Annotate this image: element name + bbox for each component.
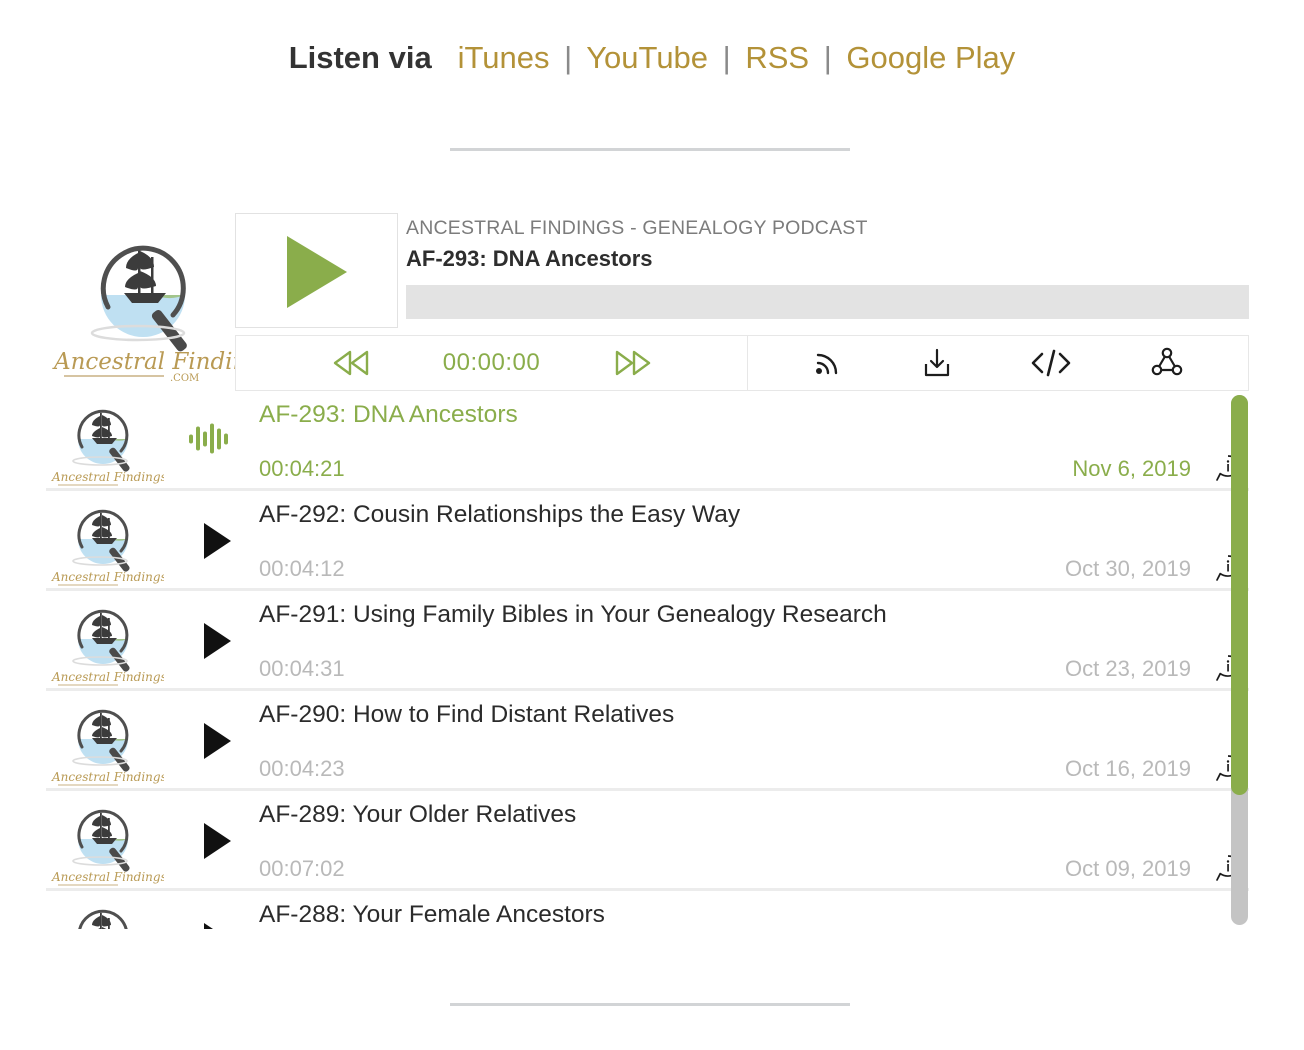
ancestral-findings-logo-icon: Ancestral Findings .COM <box>52 245 235 384</box>
player-header: Ancestral Findings .COM ANCESTRAL FINDIN… <box>46 211 1249 391</box>
listen-separator-1: | <box>564 40 573 75</box>
episode-title[interactable]: AF-291: Using Family Bibles in Your Gene… <box>259 598 887 632</box>
time-readout: 00:00:00 <box>442 349 541 376</box>
playlist-scrollbar-track[interactable] <box>1231 395 1248 925</box>
episode-date: Oct 16, 2019 <box>1065 756 1191 781</box>
episode-thumbnail: Ancestral Findings <box>46 791 164 891</box>
svg-text:Ancestral Findings: Ancestral Findings <box>51 870 164 884</box>
embed-code-button[interactable] <box>1028 346 1074 380</box>
ancestral-findings-logo-icon: Ancestral Findings <box>51 509 164 586</box>
episode-date: Oct 30, 2019 <box>1065 556 1191 581</box>
episode-play-button[interactable] <box>204 623 231 659</box>
listen-via-bar: Listen via iTunes | YouTube | RSS | Goog… <box>0 36 1304 80</box>
episode-duration: 00:04:12 <box>259 556 345 581</box>
podcast-cover-art: Ancestral Findings .COM <box>46 211 235 391</box>
now-playing-title: AF-293: DNA Ancestors <box>406 246 653 271</box>
listen-link-itunes[interactable]: iTunes <box>458 40 550 75</box>
fast-forward-icon <box>615 350 650 376</box>
ancestral-findings-logo-icon: Ancestral Findings <box>51 709 164 786</box>
download-icon <box>924 348 949 377</box>
episode-thumbnail <box>46 891 164 929</box>
player-tools <box>748 336 1248 390</box>
episode-duration: 00:04:21 <box>259 456 345 481</box>
rewind-icon <box>333 350 368 376</box>
listen-link-google-play[interactable]: Google Play <box>846 40 1015 75</box>
podcast-player-page: Listen via iTunes | YouTube | RSS | Goog… <box>0 0 1304 1050</box>
episode-title[interactable]: AF-288: Your Female Ancestors <box>259 898 605 929</box>
ancestral-findings-logo-icon: Ancestral Findings <box>51 409 164 486</box>
playlist-scrollbar-thumb[interactable] <box>1231 395 1248 795</box>
player-controls: 00:00:00 <box>235 335 1249 391</box>
table-row[interactable]: Ancestral Findings AF-291: Using Family … <box>46 591 1249 691</box>
episode-title[interactable]: AF-289: Your Older Relatives <box>259 798 576 832</box>
listen-link-rss[interactable]: RSS <box>745 40 809 75</box>
share-icon <box>1151 347 1183 376</box>
logo-wordmark-domain: .COM <box>170 373 199 384</box>
listen-separator-3: | <box>823 40 832 75</box>
episode-thumbnail: Ancestral Findings <box>46 591 164 691</box>
episode-date: Nov 6, 2019 <box>1072 456 1191 481</box>
episode-duration: 00:04:31 <box>259 656 345 681</box>
show-name: ANCESTRAL FINDINGS - GENEALOGY PODCAST <box>406 217 868 239</box>
logo-wordmark: Ancestral Findings <box>52 349 235 375</box>
table-row[interactable]: Ancestral Findings AF-293: DNA Ancestors… <box>46 391 1249 491</box>
episode-thumbnail: Ancestral Findings <box>46 391 164 491</box>
embed-code-icon <box>1031 349 1071 377</box>
table-row[interactable]: Ancestral Findings AF-290: How to Find D… <box>46 691 1249 791</box>
episode-play-button[interactable] <box>204 523 231 559</box>
table-row[interactable]: Ancestral Findings AF-292: Cousin Relati… <box>46 491 1249 591</box>
now-playing-waveform-icon[interactable] <box>187 420 233 463</box>
listen-separator-2: | <box>722 40 731 75</box>
transport-controls: 00:00:00 <box>236 336 748 390</box>
table-row[interactable]: Ancestral Findings AF-289: Your Older Re… <box>46 791 1249 891</box>
episode-date: Oct 23, 2019 <box>1065 656 1191 681</box>
svg-text:Ancestral Findings: Ancestral Findings <box>51 670 164 684</box>
divider-top <box>450 148 850 151</box>
episode-play-button[interactable] <box>204 923 231 929</box>
episode-duration: 00:07:02 <box>259 856 345 881</box>
episode-title[interactable]: AF-293: DNA Ancestors <box>259 398 518 432</box>
svg-text:Ancestral Findings: Ancestral Findings <box>51 570 164 584</box>
audio-player: Ancestral Findings .COM ANCESTRAL FINDIN… <box>46 211 1249 391</box>
episode-play-button[interactable] <box>204 823 231 859</box>
fast-forward-button[interactable] <box>614 349 652 377</box>
episode-duration: 00:04:23 <box>259 756 345 781</box>
episode-title[interactable]: AF-292: Cousin Relationships the Easy Wa… <box>259 498 740 532</box>
svg-text:Ancestral Findings: Ancestral Findings <box>51 470 164 484</box>
progress-bar[interactable] <box>406 285 1249 319</box>
svg-text:Ancestral Findings: Ancestral Findings <box>51 770 164 784</box>
subscribe-rss-button[interactable] <box>811 346 845 380</box>
ancestral-findings-logo-icon: Ancestral Findings <box>51 609 164 686</box>
listen-via-label: Listen via <box>288 40 432 75</box>
episode-thumbnail: Ancestral Findings <box>46 691 164 791</box>
ancestral-findings-logo-icon: Ancestral Findings <box>51 809 164 886</box>
episode-date: Oct 09, 2019 <box>1065 856 1191 881</box>
now-playing-meta: ANCESTRAL FINDINGS - GENEALOGY PODCAST A… <box>406 215 1249 319</box>
listen-link-youtube[interactable]: YouTube <box>586 40 708 75</box>
rewind-button[interactable] <box>332 349 370 377</box>
main-play-button[interactable] <box>235 213 398 328</box>
episode-playlist[interactable]: Ancestral Findings AF-293: DNA Ancestors… <box>46 391 1249 929</box>
episode-thumbnail: Ancestral Findings <box>46 491 164 591</box>
download-button[interactable] <box>920 346 954 380</box>
episode-title[interactable]: AF-290: How to Find Distant Relatives <box>259 698 674 732</box>
ancestral-findings-logo-icon <box>78 909 128 929</box>
table-row[interactable]: AF-288: Your Female Ancestors <box>46 891 1249 929</box>
divider-bottom <box>450 1003 850 1006</box>
rss-icon <box>816 353 838 375</box>
share-button[interactable] <box>1149 346 1185 380</box>
episode-play-button[interactable] <box>204 723 231 759</box>
play-icon <box>287 236 347 308</box>
waveform-icon <box>189 423 228 454</box>
